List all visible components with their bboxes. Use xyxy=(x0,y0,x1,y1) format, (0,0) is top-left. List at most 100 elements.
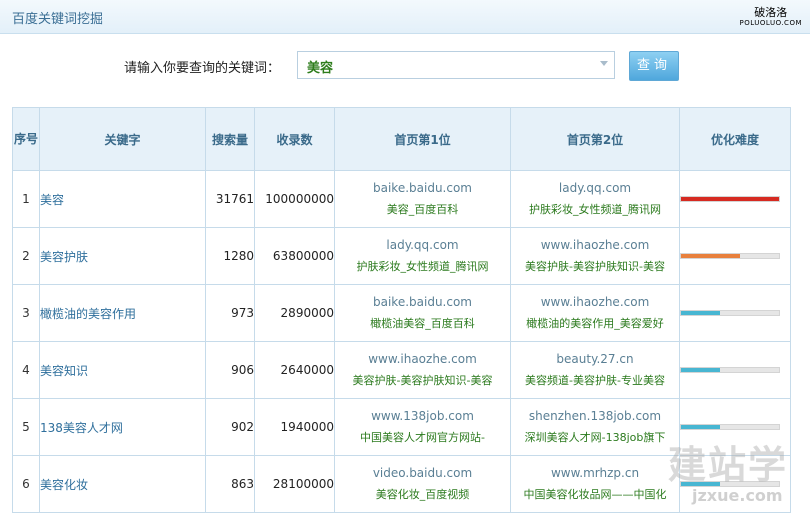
site-title-link[interactable]: 护肤彩妆_女性频道_腾讯网 xyxy=(512,199,679,221)
header-searches: 搜索量 xyxy=(205,107,255,171)
site-url-link[interactable]: lady.qq.com xyxy=(336,234,510,256)
site-url-link[interactable]: shenzhen.138job.com xyxy=(512,405,679,427)
table-row: 2 美容护肤 1280 63800000 lady.qq.com 护肤彩妆_女性频… xyxy=(12,227,791,285)
first-rank-cell: video.baidu.com 美容化妆_百度视频 xyxy=(334,455,511,513)
results-table: 序号 关键字 搜索量 收录数 首页第1位 首页第2位 优化难度 1 美容 317… xyxy=(12,107,791,513)
search-volume: 863 xyxy=(205,455,255,513)
difficulty-cell xyxy=(679,398,791,456)
row-index: 2 xyxy=(12,227,40,285)
site-title-link[interactable]: 美容护肤-美容护肤知识-美容 xyxy=(336,370,510,392)
site-title-link[interactable]: 橄榄油的美容作用_美容爱好 xyxy=(512,313,679,335)
table-row: 3 橄榄油的美容作用 973 2890000 baike.baidu.com 橄榄… xyxy=(12,284,791,342)
second-rank-cell: www.ihaozhe.com 美容护肤-美容护肤知识-美容 xyxy=(510,227,680,285)
difficulty-bar-fill xyxy=(681,425,721,429)
app-title: 百度关键词挖掘 xyxy=(12,12,104,27)
second-rank-cell: www.ihaozhe.com 橄榄油的美容作用_美容爱好 xyxy=(510,284,680,342)
brand-logo: 破洛洛 POLUOLUO.COM xyxy=(740,7,802,29)
header-index: 序号 xyxy=(12,107,40,171)
query-button[interactable]: 查询 xyxy=(629,51,679,81)
difficulty-bar xyxy=(680,253,780,259)
difficulty-bar-fill xyxy=(681,254,740,258)
row-index: 1 xyxy=(12,170,40,228)
difficulty-bar xyxy=(680,310,780,316)
site-title-link[interactable]: 美容_百度百科 xyxy=(336,199,510,221)
brand-name: 破洛洛 xyxy=(754,6,788,19)
header-second-rank: 首页第2位 xyxy=(510,107,680,171)
table-row: 6 美容化妆 863 28100000 video.baidu.com 美容化妆_… xyxy=(12,455,791,513)
site-url-link[interactable]: beauty.27.cn xyxy=(512,348,679,370)
first-rank-cell: lady.qq.com 护肤彩妆_女性频道_腾讯网 xyxy=(334,227,511,285)
second-rank-cell: beauty.27.cn 美容频道-美容护肤-专业美容 xyxy=(510,341,680,399)
site-url-link[interactable]: baike.baidu.com xyxy=(336,177,510,199)
keyword-link[interactable]: 美容化妆 xyxy=(39,455,206,513)
site-title-link[interactable]: 深圳美容人才网-138job旗下 xyxy=(512,427,679,449)
difficulty-bar xyxy=(680,367,780,373)
brand-domain: POLUOLUO.COM xyxy=(739,19,802,27)
site-title-link[interactable]: 中国美容人才网官方网站- xyxy=(336,427,510,449)
site-title-link[interactable]: 美容化妆_百度视频 xyxy=(336,484,510,506)
indexed-count: 63800000 xyxy=(254,227,335,285)
difficulty-cell xyxy=(679,170,791,228)
difficulty-bar xyxy=(680,481,780,487)
site-url-link[interactable]: baike.baidu.com xyxy=(336,291,510,313)
header-difficulty: 优化难度 xyxy=(679,107,791,171)
row-index: 6 xyxy=(12,455,40,513)
table-header-row: 序号 关键字 搜索量 收录数 首页第1位 首页第2位 优化难度 xyxy=(12,107,791,171)
keyword-link[interactable]: 橄榄油的美容作用 xyxy=(39,284,206,342)
keyword-link[interactable]: 美容知识 xyxy=(39,341,206,399)
indexed-count: 2890000 xyxy=(254,284,335,342)
indexed-count: 100000000 xyxy=(254,170,335,228)
second-rank-cell: lady.qq.com 护肤彩妆_女性频道_腾讯网 xyxy=(510,170,680,228)
difficulty-cell xyxy=(679,227,791,285)
header-indexed: 收录数 xyxy=(254,107,335,171)
search-volume: 973 xyxy=(205,284,255,342)
table-row: 1 美容 31761 100000000 baike.baidu.com 美容_百… xyxy=(12,170,791,228)
search-volume: 1280 xyxy=(205,227,255,285)
keyword-link[interactable]: 138美容人才网 xyxy=(39,398,206,456)
difficulty-bar xyxy=(680,196,780,202)
difficulty-cell xyxy=(679,455,791,513)
keyword-link[interactable]: 美容护肤 xyxy=(39,227,206,285)
difficulty-cell xyxy=(679,284,791,342)
header-first-rank: 首页第1位 xyxy=(334,107,511,171)
first-rank-cell: www.138job.com 中国美容人才网官方网站- xyxy=(334,398,511,456)
first-rank-cell: baike.baidu.com 橄榄油美容_百度百科 xyxy=(334,284,511,342)
site-title-link[interactable]: 美容护肤-美容护肤知识-美容 xyxy=(512,256,679,278)
row-index: 3 xyxy=(12,284,40,342)
site-url-link[interactable]: www.mrhzp.cn xyxy=(512,462,679,484)
site-title-link[interactable]: 橄榄油美容_百度百科 xyxy=(336,313,510,335)
difficulty-bar-fill xyxy=(681,311,721,315)
site-title-link[interactable]: 中国美容化妆品网——中国化 xyxy=(512,484,679,506)
site-title-link[interactable]: 护肤彩妆_女性频道_腾讯网 xyxy=(336,256,510,278)
first-rank-cell: www.ihaozhe.com 美容护肤-美容护肤知识-美容 xyxy=(334,341,511,399)
difficulty-bar xyxy=(680,424,780,430)
difficulty-cell xyxy=(679,341,791,399)
indexed-count: 2640000 xyxy=(254,341,335,399)
site-url-link[interactable]: www.ihaozhe.com xyxy=(336,348,510,370)
difficulty-bar-fill xyxy=(681,197,779,201)
chevron-down-icon[interactable] xyxy=(600,61,608,66)
header-keyword: 关键字 xyxy=(39,107,206,171)
keyword-input-value: 美容 xyxy=(307,61,334,76)
row-index: 5 xyxy=(12,398,40,456)
site-url-link[interactable]: www.ihaozhe.com xyxy=(512,234,679,256)
indexed-count: 28100000 xyxy=(254,455,335,513)
search-volume: 902 xyxy=(205,398,255,456)
second-rank-cell: shenzhen.138job.com 深圳美容人才网-138job旗下 xyxy=(510,398,680,456)
search-volume: 31761 xyxy=(205,170,255,228)
second-rank-cell: www.mrhzp.cn 中国美容化妆品网——中国化 xyxy=(510,455,680,513)
site-url-link[interactable]: www.ihaozhe.com xyxy=(512,291,679,313)
search-label: 请输入你要查询的关键词： xyxy=(124,61,281,76)
indexed-count: 1940000 xyxy=(254,398,335,456)
keyword-link[interactable]: 美容 xyxy=(39,170,206,228)
first-rank-cell: baike.baidu.com 美容_百度百科 xyxy=(334,170,511,228)
search-volume: 906 xyxy=(205,341,255,399)
keyword-input[interactable]: 美容 xyxy=(297,51,615,79)
site-title-link[interactable]: 美容频道-美容护肤-专业美容 xyxy=(512,370,679,392)
site-url-link[interactable]: lady.qq.com xyxy=(512,177,679,199)
site-url-link[interactable]: video.baidu.com xyxy=(336,462,510,484)
difficulty-bar-fill xyxy=(681,482,721,486)
row-index: 4 xyxy=(12,341,40,399)
table-row: 4 美容知识 906 2640000 www.ihaozhe.com 美容护肤-美… xyxy=(12,341,791,399)
site-url-link[interactable]: www.138job.com xyxy=(336,405,510,427)
